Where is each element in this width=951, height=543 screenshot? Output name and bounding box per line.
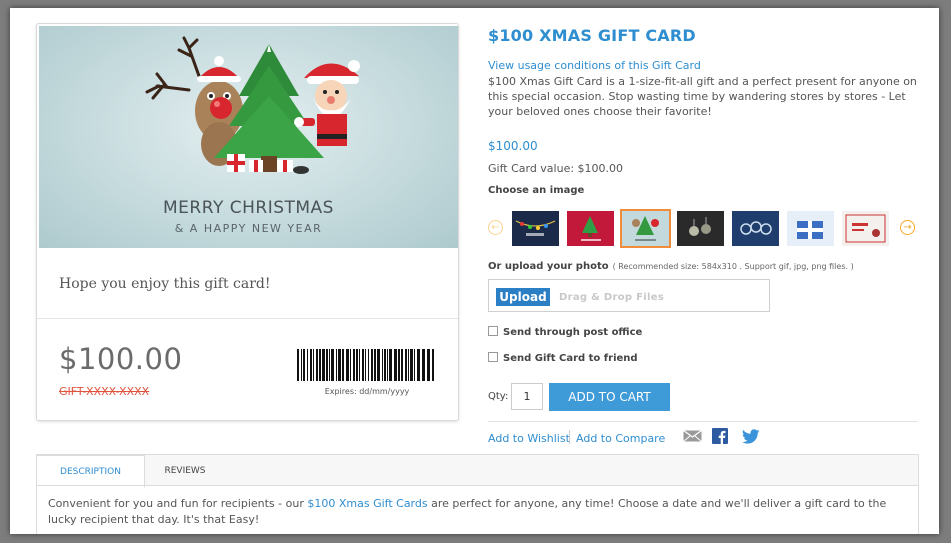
checkbox-icon[interactable] — [488, 326, 498, 336]
description-text-prefix: Convenient for you and fun for recipient… — [48, 497, 308, 510]
choose-image-label: Choose an image — [488, 185, 585, 196]
twitter-icon[interactable] — [742, 429, 760, 444]
drop-zone-text: Drag & Drop Files — [559, 292, 665, 303]
tab-reviews[interactable]: REVIEWS — [145, 455, 225, 487]
gift-card-preview: MERRY CHRISTMAS & A HAPPY NEW YEAR Hope … — [36, 23, 459, 421]
thumbnail-red-tree[interactable] — [567, 211, 614, 246]
post-office-label: Send through post office — [503, 327, 643, 338]
upload-button[interactable]: Upload — [496, 288, 550, 306]
chevron-left-icon[interactable]: ← — [488, 220, 503, 235]
upload-photo-title: Or upload your photo — [488, 261, 609, 272]
thumbnail-dark-ornaments[interactable] — [677, 211, 724, 246]
expiry-date: Expires: dd/mm/yyyy — [324, 387, 410, 396]
send-friend-checkbox[interactable]: Send Gift Card to friend — [488, 352, 638, 364]
tab-description[interactable]: DESCRIPTION — [36, 455, 145, 488]
product-title: $100 XMAS GIFT CARD — [488, 26, 696, 45]
product-page: MERRY CHRISTMAS & A HAPPY NEW YEAR Hope … — [10, 8, 939, 534]
mail-icon[interactable] — [683, 429, 702, 443]
card-image: MERRY CHRISTMAS & A HAPPY NEW YEAR — [39, 26, 458, 248]
add-to-compare-link[interactable]: Add to Compare — [576, 432, 665, 445]
thumbnail-happy-birthday[interactable] — [842, 211, 889, 246]
link-separator — [569, 430, 570, 444]
card-message: Hope you enjoy this gift card! — [59, 276, 271, 292]
facebook-icon[interactable] — [712, 428, 728, 444]
qty-label: Qty: — [488, 391, 509, 402]
qty-input[interactable]: 1 — [511, 383, 543, 410]
divider — [488, 421, 918, 422]
upload-photo-label: Or upload your photo( Recommended size: … — [488, 261, 854, 272]
send-friend-label: Send Gift Card to friend — [503, 353, 638, 364]
card-price: $100.00 — [59, 342, 183, 376]
thumbnail-reindeer-santa[interactable] — [620, 209, 671, 248]
checkbox-icon[interactable] — [488, 352, 498, 362]
gift-card-value: Gift Card value: $100.00 — [488, 162, 624, 175]
product-tabs: DESCRIPTION REVIEWS — [36, 454, 919, 488]
barcode — [297, 349, 434, 381]
card-greeting-line1: MERRY CHRISTMAS — [163, 198, 334, 218]
chevron-right-icon[interactable]: → — [900, 220, 915, 235]
image-carousel: ← → — [488, 209, 922, 249]
card-greeting-line2: & A HAPPY NEW YEAR — [174, 222, 323, 235]
thumbnail-garland[interactable] — [512, 211, 559, 246]
add-to-cart-button[interactable]: ADD TO CART — [549, 383, 670, 411]
post-office-checkbox[interactable]: Send through post office — [488, 326, 642, 338]
drop-zone[interactable]: Upload Drag & Drop Files — [488, 279, 770, 312]
usage-conditions-link[interactable]: View usage conditions of this Gift Card — [488, 59, 701, 72]
thumbnail-blue-ornaments[interactable] — [732, 211, 779, 246]
description-panel: Convenient for you and fun for recipient… — [36, 485, 919, 534]
card-code: GIFT-XXXX-XXXX — [59, 385, 150, 398]
add-to-wishlist-link[interactable]: Add to Wishlist — [488, 432, 570, 445]
product-description: $100 Xmas Gift Card is a 1-size-fit-all … — [488, 75, 917, 118]
product-price: $100.00 — [488, 139, 538, 153]
card-divider — [37, 318, 458, 319]
thumbnail-blue-gift[interactable] — [787, 211, 834, 246]
upload-hint: ( Recommended size: 584x310 . Support gi… — [612, 262, 854, 271]
gift-cards-link[interactable]: $100 Xmas Gift Cards — [307, 497, 427, 510]
